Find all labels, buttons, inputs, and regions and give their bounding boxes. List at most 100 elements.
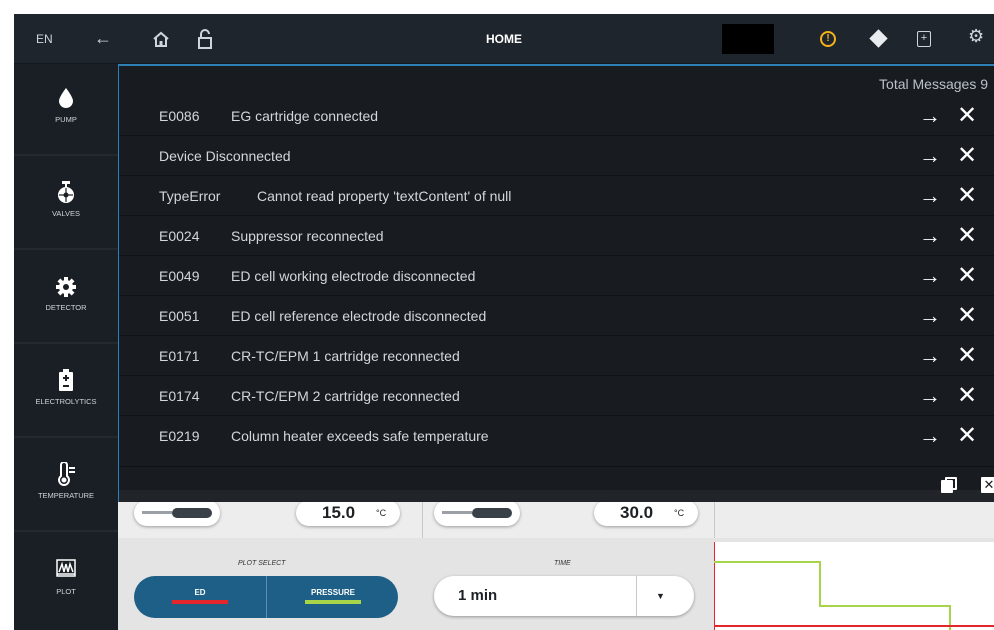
message-code: E0174 — [159, 388, 200, 404]
message-row: E0051 ED cell reference electrode discon… — [119, 296, 994, 336]
sidebar-item-temperature[interactable]: TEMPERATURE — [14, 440, 118, 532]
message-text: CR-TC/EPM 1 cartridge reconnected — [231, 348, 460, 364]
message-row: E0174 CR-TC/EPM 2 cartridge reconnected … — [119, 376, 994, 416]
sidebar-item-label: PUMP — [55, 115, 77, 124]
temperature-unit: °C — [376, 508, 387, 518]
top-bar: EN ← HOME ! + ⚙ — [14, 14, 994, 64]
plot-option-label: PRESSURE — [310, 588, 355, 597]
temperature-unit: °C — [674, 508, 685, 518]
go-to-arrow-icon[interactable]: → — [919, 216, 941, 256]
dropdown-caret-icon[interactable]: ▼ — [656, 576, 665, 616]
messages-overlay: Total Messages 9 E0086 EG cartridge conn… — [118, 64, 994, 502]
plot-option-pressure[interactable]: PRESSURE — [266, 576, 398, 618]
go-to-arrow-icon[interactable]: → — [919, 416, 941, 456]
plot-option-ed[interactable]: ED — [134, 576, 266, 618]
plot-select-toggle: ED PRESSURE — [134, 576, 398, 618]
message-code: E0024 — [159, 228, 200, 244]
dismiss-close-icon[interactable]: ✕ — [957, 416, 977, 456]
warning-circle-icon[interactable]: ! — [820, 31, 836, 47]
sidebar-item-label: ELECTROLYTICS — [35, 397, 97, 406]
go-to-arrow-icon[interactable]: → — [919, 96, 941, 136]
dismiss-close-icon[interactable]: ✕ — [957, 176, 977, 216]
dismiss-close-icon[interactable]: ✕ — [957, 336, 977, 376]
go-to-arrow-icon[interactable]: → — [919, 136, 941, 176]
divider — [636, 576, 637, 616]
home-icon[interactable] — [152, 31, 170, 47]
close-all-icon[interactable]: ✕ — [981, 477, 994, 493]
plot-option-label: ED — [194, 588, 206, 597]
dismiss-close-icon[interactable]: ✕ — [957, 296, 977, 336]
message-code: E0219 — [159, 428, 200, 444]
plot-controls-row: PLOT SELECT ED PRESSURE TIME 1 min ▼ — [118, 538, 994, 630]
dismiss-close-icon[interactable]: ✕ — [957, 96, 977, 136]
ed-legend-bar — [172, 600, 228, 604]
dismiss-close-icon[interactable]: ✕ — [957, 256, 977, 296]
messages-footer: ✕ — [119, 466, 994, 504]
dismiss-close-icon[interactable]: ✕ — [957, 376, 977, 416]
copy-icon-front — [941, 480, 953, 493]
gear-icon — [56, 277, 76, 297]
sidebar-item-valves[interactable]: VALVES — [14, 158, 118, 250]
pressure-trace — [714, 561, 951, 630]
message-text: Cannot read property 'textContent' of nu… — [257, 188, 512, 204]
message-code: E0049 — [159, 268, 200, 284]
message-row: E0086 EG cartridge connected → ✕ — [119, 96, 994, 136]
message-text: CR-TC/EPM 2 cartridge reconnected — [231, 388, 460, 404]
slider-knob — [142, 511, 172, 514]
thermometer-icon — [58, 462, 75, 486]
battery-icon — [59, 369, 73, 391]
sidebar-item-electrolytics[interactable]: ELECTROLYTICS — [14, 346, 118, 438]
valve-icon — [58, 181, 74, 203]
redacted-area — [722, 24, 774, 54]
plot-area — [713, 542, 994, 630]
sidebar-item-label: PLOT — [56, 587, 76, 596]
sidebar-item-label: VALVES — [51, 209, 81, 218]
dismiss-close-icon[interactable]: ✕ — [957, 136, 977, 176]
message-code: TypeError — [159, 188, 221, 204]
slider-fill — [472, 508, 512, 518]
message-row: Device Disconnected → ✕ — [119, 136, 994, 176]
time-select[interactable]: 1 min ▼ — [434, 576, 694, 616]
pressure-legend-bar — [305, 600, 361, 604]
sidebar-item-pump[interactable]: PUMP — [14, 64, 118, 156]
sidebar-item-label: TEMPERATURE — [37, 491, 95, 500]
time-value: 1 min — [458, 587, 498, 604]
message-row: E0171 CR-TC/EPM 1 cartridge reconnected … — [119, 336, 994, 376]
message-text: ED cell reference electrode disconnected — [231, 308, 487, 324]
message-code: E0051 — [159, 308, 200, 324]
message-text: Device Disconnected — [159, 148, 291, 164]
language-selector[interactable]: EN — [36, 14, 53, 64]
go-to-arrow-icon[interactable]: → — [919, 256, 941, 296]
go-to-arrow-icon[interactable]: → — [919, 176, 941, 216]
go-to-arrow-icon[interactable]: → — [919, 376, 941, 416]
plot-select-label: PLOT SELECT — [238, 560, 286, 567]
copy-icon[interactable] — [941, 477, 957, 493]
export-icon[interactable]: + — [917, 31, 931, 47]
slider-knob — [442, 511, 472, 514]
waveform-icon — [56, 559, 76, 577]
back-arrow-icon[interactable]: ← — [94, 14, 112, 64]
time-label: TIME — [554, 560, 571, 567]
sidebar-item-label: DETECTOR — [45, 303, 87, 312]
sidebar-item-detector[interactable]: DETECTOR — [14, 252, 118, 344]
droplet-icon — [59, 88, 73, 108]
message-row: E0024 Suppressor reconnected → ✕ — [119, 216, 994, 256]
message-row: E0219 Column heater exceeds safe tempera… — [119, 416, 994, 456]
message-text: Column heater exceeds safe temperature — [231, 428, 489, 444]
sidebar-item-plot[interactable]: PLOT — [14, 534, 118, 626]
app-window: EN ← HOME ! + ⚙ PUMP VALVES DETECTOR ELE… — [14, 14, 994, 630]
message-row: TypeError Cannot read property 'textCont… — [119, 176, 994, 216]
dismiss-close-icon[interactable]: ✕ — [957, 216, 977, 256]
settings-gear-icon[interactable]: ⚙ — [968, 26, 984, 47]
message-text: ED cell working electrode disconnected — [231, 268, 476, 284]
message-text: Suppressor reconnected — [231, 228, 384, 244]
go-to-arrow-icon[interactable]: → — [919, 336, 941, 376]
plot-svg — [713, 542, 994, 630]
total-messages-count: Total Messages 9 — [879, 76, 988, 92]
unlock-icon[interactable] — [198, 29, 212, 49]
diamond-icon[interactable] — [869, 29, 888, 48]
go-to-arrow-icon[interactable]: → — [919, 296, 941, 336]
slider-fill — [172, 508, 212, 518]
message-row: E0049 ED cell working electrode disconne… — [119, 256, 994, 296]
page-title: HOME — [486, 32, 522, 46]
